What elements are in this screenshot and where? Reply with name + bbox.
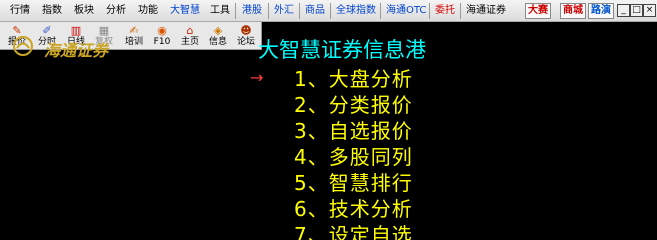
menu-quotes[interactable]: 行情: [10, 4, 30, 18]
menu-entry-category-quotes[interactable]: 2、分类报价: [294, 92, 413, 118]
homepage-icon: ⌂: [186, 24, 194, 37]
maximize-button[interactable]: □: [630, 4, 643, 17]
tool-label: 主页: [180, 37, 199, 47]
adjust-icon: ▦: [98, 24, 110, 37]
menu-hk-stocks[interactable]: 港股: [242, 4, 262, 18]
training-icon: ✍: [129, 24, 139, 37]
menu-haitong-otc[interactable]: 海通OTC: [386, 4, 426, 18]
menu-analysis[interactable]: 分析: [106, 4, 126, 18]
tool-f10[interactable]: ◉ F10: [148, 23, 176, 49]
tool-label: 信息: [208, 37, 227, 47]
menu-separator: [330, 3, 331, 19]
menu-bar: 行情 指数 板块 分析 功能 大智慧 工具 港股 外汇 商品 全球指数 海通OT…: [0, 0, 657, 22]
menu-entry-market-analysis[interactable]: 1、大盘分析: [294, 66, 413, 92]
roadshow-button[interactable]: 路演: [588, 3, 614, 19]
tool-label: 培训: [124, 37, 143, 47]
tool-label: F10: [153, 37, 171, 47]
forum-icon: ☻: [240, 24, 252, 37]
menu-entry-set-watchlist[interactable]: 7、设定自选: [294, 222, 413, 240]
mall-button[interactable]: 商城: [560, 3, 586, 19]
menu-global-index[interactable]: 全球指数: [336, 4, 376, 18]
minimize-button[interactable]: _: [617, 4, 630, 17]
menu-tools[interactable]: 工具: [210, 4, 230, 18]
menu-index[interactable]: 指数: [42, 4, 62, 18]
tool-info[interactable]: ◈ 信息: [204, 23, 232, 49]
f10-icon: ◉: [157, 24, 167, 37]
menu-forex[interactable]: 外汇: [274, 4, 294, 18]
menu-separator: [429, 3, 430, 19]
timeshare-icon: ✐: [42, 24, 52, 37]
menu-trade[interactable]: 委托: [435, 4, 455, 18]
logo-text: 海通证券: [44, 41, 109, 60]
daily-kline-icon: ▥: [70, 24, 82, 37]
menu-entry-ranking[interactable]: 5、智慧排行: [294, 170, 413, 196]
haitong-logo-icon: [13, 36, 33, 56]
main-menu-list: 1、大盘分析 2、分类报价 3、自选报价 4、多股同列 5、智慧排行 6、技术分…: [294, 66, 413, 240]
tool-homepage[interactable]: ⌂ 主页: [176, 23, 204, 49]
menu-dzh[interactable]: 大智慧: [170, 4, 200, 18]
menu-functions[interactable]: 功能: [138, 4, 158, 18]
info-icon: ◈: [213, 24, 223, 37]
menu-entry-multi-stock[interactable]: 4、多股同列: [294, 144, 413, 170]
contest-button[interactable]: 大赛: [525, 3, 551, 19]
menu-separator: [268, 3, 269, 19]
tool-training[interactable]: ✍ 培训: [120, 23, 148, 49]
menu-entry-watchlist-quotes[interactable]: 3、自选报价: [294, 118, 413, 144]
toolbar: ✎ 报价 ✐ 分时 ▥ 日线 ▦ 复权 ✍ 培训 ◉ F10 ⌂ 主页 ◈ 信息…: [0, 22, 262, 50]
selection-pointer: →: [250, 68, 264, 87]
menu-sectors[interactable]: 板块: [74, 4, 94, 18]
page-title: 大智慧证券信息港: [258, 38, 426, 62]
close-button[interactable]: ×: [643, 4, 656, 17]
menu-separator: [380, 3, 381, 19]
tool-label: 论坛: [236, 37, 255, 47]
menu-entry-technical-analysis[interactable]: 6、技术分析: [294, 196, 413, 222]
menu-haitong-securities[interactable]: 海通证券: [466, 4, 506, 18]
tool-forum[interactable]: ☻ 论坛: [232, 23, 260, 49]
menu-commodities[interactable]: 商品: [305, 4, 325, 18]
menu-separator: [460, 3, 461, 19]
menu-separator: [235, 3, 236, 19]
menu-separator: [299, 3, 300, 19]
